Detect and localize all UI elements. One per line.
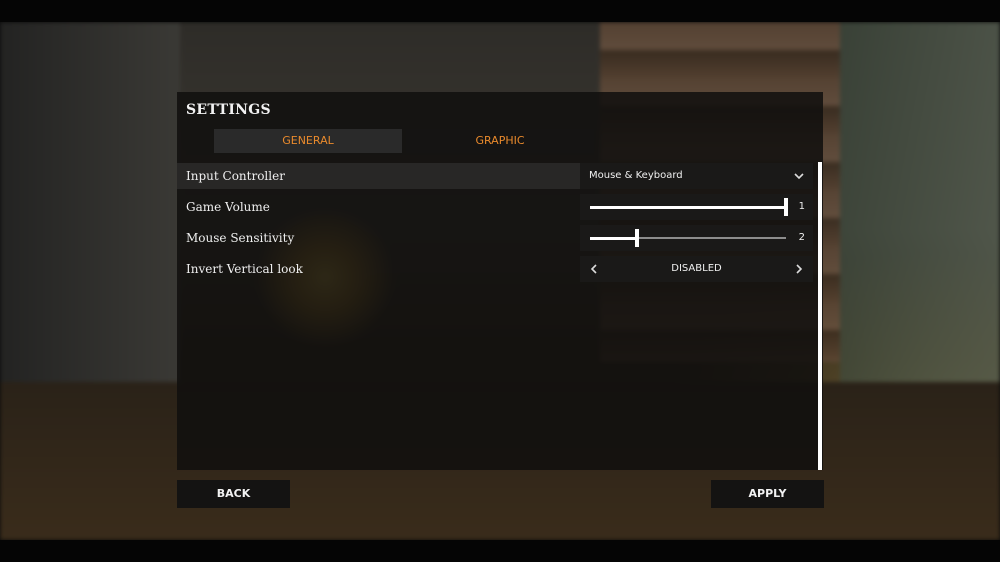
settings-panel: SETTINGS GENERAL GRAPHIC Input Controlle… (177, 92, 823, 470)
back-button[interactable]: BACK (177, 480, 290, 508)
panel-title: SETTINGS (186, 102, 271, 118)
setting-label: Game Volume (186, 200, 270, 214)
setting-label: Input Controller (186, 169, 285, 183)
setting-row-input-controller: Input Controller (177, 163, 589, 189)
input-controller-dropdown[interactable]: Mouse & Keyboard (580, 163, 813, 189)
chevron-down-icon (794, 163, 804, 198)
slider-fill (590, 237, 638, 240)
slider-track (590, 229, 786, 247)
game-volume-slider[interactable]: 1 (580, 194, 813, 220)
setting-row-game-volume: Game Volume (177, 194, 589, 220)
letterbox-bottom (0, 540, 1000, 562)
tab-general[interactable]: GENERAL (214, 129, 402, 153)
scrollbar[interactable] (818, 162, 822, 470)
apply-button[interactable]: APPLY (711, 480, 824, 508)
chevron-right-icon[interactable] (795, 256, 803, 291)
slider-fill (590, 206, 786, 209)
setting-label: Invert Vertical look (186, 262, 303, 276)
setting-label: Mouse Sensitivity (186, 231, 295, 245)
setting-row-invert-vertical: Invert Vertical look (177, 256, 589, 282)
slider-handle[interactable] (784, 198, 788, 216)
slider-handle[interactable] (635, 229, 640, 247)
mouse-sensitivity-slider[interactable]: 2 (580, 225, 813, 251)
slider-value: 2 (798, 232, 805, 243)
letterbox-top (0, 0, 1000, 22)
tab-graphic[interactable]: GRAPHIC (406, 129, 594, 153)
invert-vertical-selector: DISABLED (580, 256, 813, 282)
selector-value: DISABLED (671, 263, 722, 274)
tab-bar: GENERAL GRAPHIC (214, 129, 594, 153)
slider-track (590, 198, 788, 216)
slider-value: 1 (798, 201, 805, 212)
setting-row-mouse-sensitivity: Mouse Sensitivity (177, 225, 589, 251)
background-wall (0, 22, 180, 402)
chevron-left-icon[interactable] (590, 256, 598, 291)
background-window (840, 22, 1000, 442)
dropdown-value: Mouse & Keyboard (589, 170, 683, 181)
